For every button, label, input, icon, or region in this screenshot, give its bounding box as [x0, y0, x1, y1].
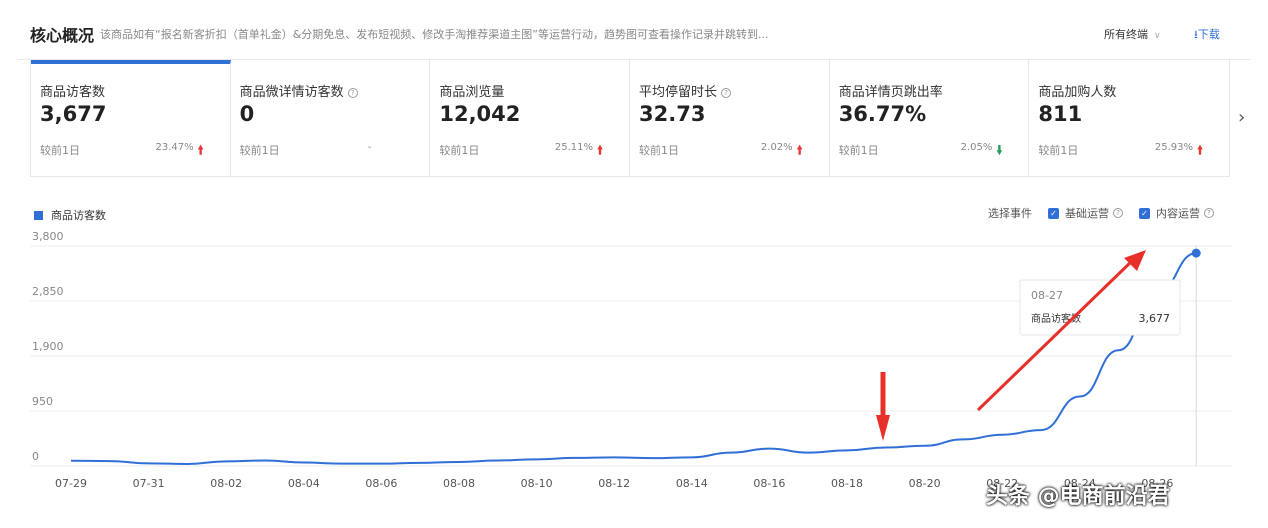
page-subtitle: 该商品如有“报名新客折扣（首单礼金）&分期免息、发布短视频、修改手淘推荐渠道主图… [100, 28, 769, 41]
arrow-up-icon: 🠙 [597, 143, 604, 157]
x-tick-label: 08-14 [676, 477, 708, 490]
checkbox-checked-icon: ✓ [1048, 207, 1059, 219]
metric-change: 23.47% [155, 142, 194, 153]
y-tick-label: 1,900 [32, 340, 64, 353]
metric-change: 25.93% [1154, 142, 1194, 153]
metric-compare: 较前1日 [239, 144, 280, 157]
x-tick-label: 07-29 [55, 477, 87, 490]
y-tick-label: 3,800 [32, 230, 64, 243]
metric-label: 平均停留时长? [639, 81, 732, 100]
watermark: 头条 @电商前沿君 [986, 484, 1170, 509]
arrow-down-icon: 🠛 [996, 143, 1003, 157]
event-selector: 选择事件 ✓ 基础运营? ✓ 内容运营? [988, 205, 1214, 221]
metric-change: 2.02% [760, 142, 793, 153]
metric-label: 商品微详情访客数? [240, 81, 358, 100]
page-title: 核心概况 [30, 26, 95, 45]
metric-value: 36.77% [838, 102, 927, 126]
help-icon[interactable]: ? [1113, 208, 1123, 218]
x-tick-label: 08-04 [288, 477, 320, 490]
x-tick-label: 08-10 [521, 477, 553, 490]
help-icon[interactable]: ? [1204, 208, 1214, 218]
chevron-right-icon[interactable]: › [1238, 107, 1245, 128]
metric-label-text: 商品微详情访客数 [239, 85, 344, 100]
metric-label: 商品详情页跳出率 [838, 85, 943, 100]
metric-label: 商品浏览量 [439, 85, 505, 100]
arrow-up-icon: 🠙 [1197, 143, 1204, 157]
metric-card-add-to-cart[interactable]: 商品加购人数 811 较前1日 25.93% 🠙 [1029, 60, 1229, 176]
legend-label: 商品访客数 [51, 209, 106, 222]
metric-label: 商品访客数 [40, 85, 106, 100]
metric-card-avg-stay[interactable]: 平均停留时长? 32.73 较前1日 2.02% 🠙 [630, 60, 830, 176]
terminal-select[interactable]: 所有终端 ∨ [1104, 26, 1161, 42]
metric-compare: 较前1日 [1038, 144, 1079, 157]
y-tick-label: 950 [32, 395, 53, 408]
metric-change: - [367, 142, 372, 153]
metric-value: 811 [1038, 102, 1083, 126]
metric-value: 12,042 [439, 102, 521, 126]
data-point [1191, 248, 1201, 258]
y-tick-label: 0 [32, 450, 39, 463]
x-tick-label: 08-08 [443, 477, 475, 490]
event-content-ops-checkbox[interactable]: ✓ 内容运营? [1139, 205, 1214, 221]
metrics-row: 商品访客数 3,677 较前1日 23.47% 🠙 商品微详情访客数? 0 较前… [30, 59, 1230, 177]
select-event-label: 选择事件 [988, 207, 1032, 220]
metric-compare: 较前1日 [838, 144, 879, 157]
header: 核心概况 该商品如有“报名新客折扣（首单礼金）&分期免息、发布短视频、修改手淘推… [18, 0, 1250, 60]
x-tick-label: 07-31 [133, 477, 165, 490]
metric-change: 2.05% [960, 142, 993, 153]
legend-swatch [34, 211, 43, 220]
metric-card-visitors[interactable]: 商品访客数 3,677 较前1日 23.47% 🠙 [31, 60, 231, 176]
help-icon[interactable]: ? [721, 88, 732, 98]
metric-card-micro-detail-visitors[interactable]: 商品微详情访客数? 0 较前1日 - [231, 60, 431, 176]
metric-label: 商品加购人数 [1038, 85, 1117, 100]
chevron-down-icon: ∨ [1154, 31, 1161, 41]
metric-compare: 较前1日 [639, 144, 680, 157]
arrow-up-icon: 🠙 [197, 143, 204, 157]
chart-legend[interactable]: 商品访客数 [34, 207, 106, 223]
metric-compare: 较前1日 [40, 144, 80, 157]
metric-label-text: 平均停留时长 [639, 85, 718, 100]
x-tick-label: 08-16 [753, 477, 785, 490]
annotation-arrowhead-diagonal [1124, 250, 1146, 271]
annotation-arrowhead-down [876, 415, 890, 441]
metric-compare: 较前1日 [439, 144, 480, 157]
metric-value: 32.73 [639, 102, 706, 126]
x-tick-label: 08-18 [831, 477, 863, 490]
x-tick-label: 08-12 [598, 477, 630, 490]
tooltip-value: 3,677 [1139, 312, 1171, 325]
visitor-trend-chart[interactable]: 3,800 2,850 1,900 950 0 07-29 07-31 08-02 08-04 0… [0, 225, 1268, 500]
x-tick-label: 08-02 [210, 477, 242, 490]
event-basic-ops-checkbox[interactable]: ✓ 基础运营? [1048, 205, 1123, 221]
metric-card-bounce-rate[interactable]: 商品详情页跳出率 36.77% 较前1日 2.05% 🠛 [830, 60, 1030, 176]
metric-card-pageviews[interactable]: 商品浏览量 12,042 较前1日 25.11% 🠙 [430, 60, 631, 176]
event-content-ops-label: 内容运营 [1156, 207, 1200, 220]
arrow-up-icon: 🠙 [796, 143, 803, 157]
tooltip-date: 08-27 [1031, 289, 1063, 302]
help-icon[interactable]: ? [347, 88, 358, 98]
download-label: 下载 [1197, 28, 1220, 41]
y-tick-label: 2,850 [32, 285, 64, 298]
metric-change: 25.11% [554, 142, 594, 153]
terminal-select-label: 所有终端 [1104, 28, 1148, 41]
download-button[interactable]: ⭳下载 [1194, 26, 1220, 45]
x-tick-label: 08-20 [909, 477, 941, 490]
checkbox-checked-icon: ✓ [1139, 207, 1150, 219]
event-basic-ops-label: 基础运营 [1065, 207, 1109, 220]
x-tick-label: 08-06 [365, 477, 397, 490]
metric-value: 3,677 [40, 102, 107, 126]
metric-value: 0 [239, 102, 255, 126]
